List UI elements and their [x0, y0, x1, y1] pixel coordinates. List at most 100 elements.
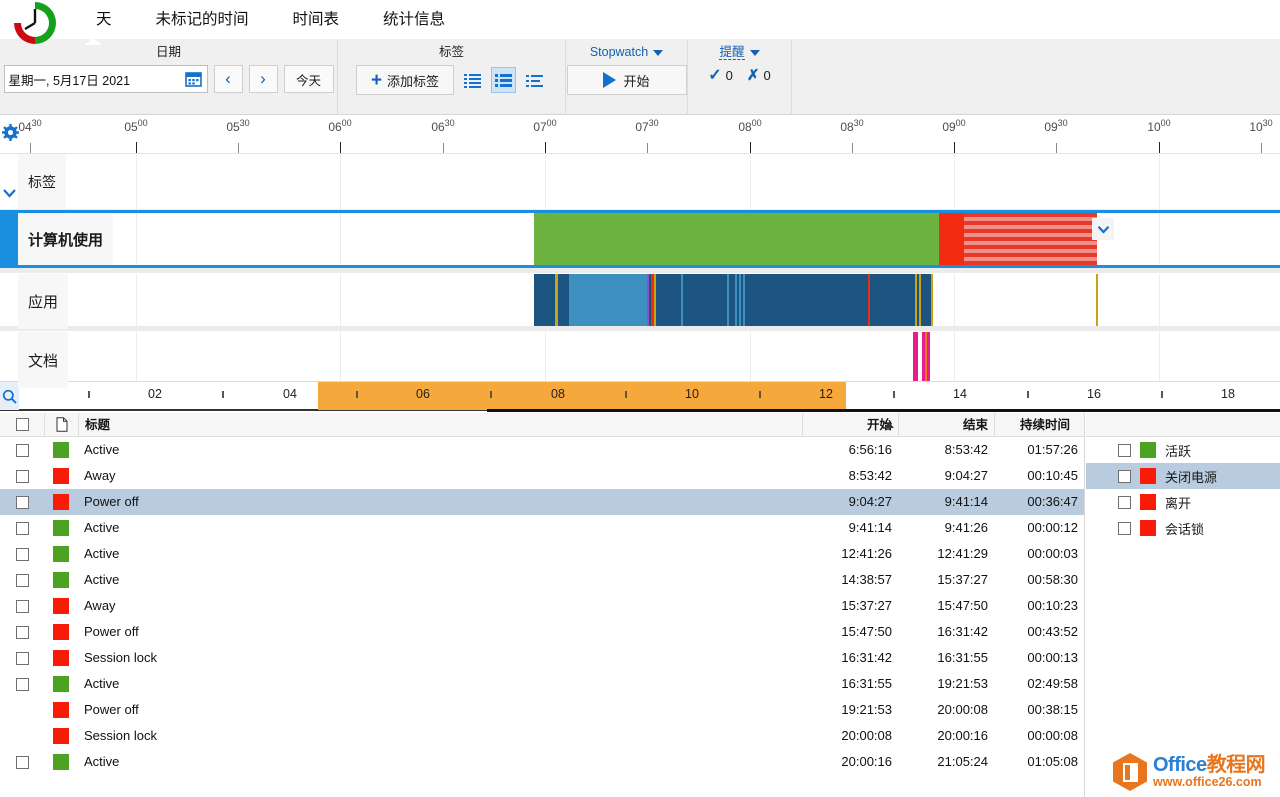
- track-canvas-computer-usage[interactable]: [18, 213, 1280, 265]
- application-segment[interactable]: [1096, 274, 1098, 329]
- stopwatch-start-button[interactable]: 开始: [566, 65, 687, 95]
- legend-item[interactable]: 关闭电源: [1086, 463, 1280, 489]
- computer-usage-expand-button[interactable]: [1092, 218, 1114, 240]
- table-header-select-all[interactable]: [0, 413, 44, 437]
- track-canvas-tags[interactable]: [18, 154, 1280, 209]
- next-day-button[interactable]: ›: [248, 65, 278, 93]
- table-row[interactable]: Active 9:41:14 9:41:26 00:00:12: [0, 515, 1084, 541]
- select-all-checkbox[interactable]: [15, 418, 29, 431]
- track-row-documents[interactable]: 文档: [0, 332, 1280, 388]
- legend-item-checkbox[interactable]: [1118, 469, 1131, 483]
- table-cell-checkbox[interactable]: [0, 489, 44, 515]
- track-canvas-documents[interactable]: [18, 332, 1280, 388]
- reminder-missed-stat[interactable]: ✗ 0: [747, 66, 771, 84]
- stopwatch-menu[interactable]: Stopwatch: [566, 39, 687, 65]
- table-row[interactable]: Power off 19:21:53 20:00:08 00:38:15: [0, 697, 1084, 723]
- legend-item-checkbox[interactable]: [1118, 521, 1131, 535]
- table-row[interactable]: Power off 9:04:27 9:41:14 00:36:47: [0, 489, 1084, 515]
- chevron-down-icon[interactable]: [2, 186, 17, 201]
- row-checkbox[interactable]: [15, 677, 29, 691]
- mini-timeline-canvas[interactable]: 02 04 06 08 10 12 14 16 18: [19, 382, 1280, 412]
- table-row[interactable]: Power off 15:47:50 16:31:42 00:43:52: [0, 619, 1084, 645]
- document-segment[interactable]: [927, 332, 930, 388]
- legend-item[interactable]: 会话锁: [1086, 515, 1280, 541]
- table-cell-checkbox[interactable]: [0, 593, 44, 619]
- add-tag-button[interactable]: + 添加标签: [356, 65, 454, 95]
- application-segment[interactable]: [921, 274, 931, 329]
- table-header-title[interactable]: 标题: [78, 412, 802, 437]
- tab-day[interactable]: 天: [74, 0, 134, 39]
- table-header-start[interactable]: 开始: [802, 412, 898, 437]
- document-segment[interactable]: [913, 332, 918, 388]
- table-header-duration[interactable]: 持续时间: [994, 412, 1084, 437]
- row-checkbox[interactable]: [15, 521, 29, 535]
- row-checkbox[interactable]: [15, 495, 29, 509]
- legend-item-checkbox[interactable]: [1118, 495, 1131, 509]
- segment-away[interactable]: [939, 213, 964, 265]
- application-segment[interactable]: [558, 274, 569, 329]
- legend-item[interactable]: 活跃: [1086, 437, 1280, 463]
- table-cell-checkbox[interactable]: [0, 463, 44, 489]
- row-checkbox[interactable]: [15, 469, 29, 483]
- table-row[interactable]: Active 6:56:16 8:53:42 01:57:26: [0, 437, 1084, 463]
- table-row[interactable]: Active 14:38:57 15:37:27 00:58:30: [0, 567, 1084, 593]
- table-cell-checkbox[interactable]: [0, 515, 44, 541]
- table-cell-checkbox[interactable]: [0, 567, 44, 593]
- table-row[interactable]: Away 15:37:27 15:47:50 00:10:23: [0, 593, 1084, 619]
- track-row-applications[interactable]: 应用: [0, 274, 1280, 330]
- prev-day-button[interactable]: ‹: [213, 65, 243, 93]
- table-row[interactable]: Away 8:53:42 9:04:27 00:10:45: [0, 463, 1084, 489]
- row-checkbox[interactable]: [15, 443, 29, 457]
- mini-timeline[interactable]: 02 04 06 08 10 12 14 16 18: [0, 381, 1280, 412]
- track-row-computer-usage[interactable]: 计算机使用: [0, 210, 1280, 268]
- table-cell-checkbox[interactable]: [0, 619, 44, 645]
- table-row[interactable]: Session lock 20:00:08 20:00:16 00:00:08: [0, 723, 1084, 749]
- application-segment[interactable]: [931, 274, 933, 329]
- list-view-compact-icon[interactable]: [522, 67, 547, 93]
- tab-statistics[interactable]: 统计信息: [361, 0, 467, 39]
- time-ruler[interactable]: 0430 0500 0530 0600 0630 0700 0730 0800 0830 0900…: [0, 116, 1280, 154]
- application-segment[interactable]: [683, 274, 727, 329]
- row-checkbox[interactable]: [15, 625, 29, 639]
- legend-item[interactable]: 离开: [1086, 489, 1280, 515]
- table-cell-checkbox[interactable]: [0, 671, 44, 697]
- reminder-menu[interactable]: 提醒: [688, 39, 791, 65]
- search-icon[interactable]: [0, 382, 19, 410]
- table-header-icon-column[interactable]: [44, 412, 78, 437]
- tab-timesheet[interactable]: 时间表: [271, 0, 362, 39]
- list-view-grouped-icon[interactable]: [491, 67, 516, 93]
- track-label-tags: 标签: [18, 154, 66, 209]
- legend-item-checkbox[interactable]: [1118, 443, 1131, 457]
- table-cell-checkbox[interactable]: [0, 749, 44, 775]
- application-segment[interactable]: [534, 274, 555, 329]
- table-row[interactable]: Active 20:00:16 21:05:24 01:05:08: [0, 749, 1084, 775]
- table-row[interactable]: Session lock 16:31:42 16:31:55 00:00:13: [0, 645, 1084, 671]
- table-cell-checkbox[interactable]: [0, 541, 44, 567]
- tab-untagged-time[interactable]: 未标记的时间: [134, 0, 271, 39]
- gear-icon[interactable]: [2, 124, 19, 144]
- row-checkbox[interactable]: [15, 547, 29, 561]
- table-cell-checkbox[interactable]: [0, 437, 44, 463]
- reminder-done-stat[interactable]: ✓ 0: [708, 65, 733, 85]
- today-button[interactable]: 今天: [283, 65, 334, 93]
- segment-active[interactable]: [534, 213, 939, 265]
- application-segment[interactable]: [745, 274, 868, 329]
- row-checkbox[interactable]: [15, 573, 29, 587]
- table-row[interactable]: Active 16:31:55 19:21:53 02:49:58: [0, 671, 1084, 697]
- table-row[interactable]: Active 12:41:26 12:41:29 00:00:03: [0, 541, 1084, 567]
- row-checkbox[interactable]: [15, 651, 29, 665]
- table-header-end[interactable]: 结束: [898, 412, 994, 437]
- application-segment[interactable]: [656, 274, 681, 329]
- row-checkbox[interactable]: [15, 755, 29, 769]
- segment-power-off-selected[interactable]: [964, 213, 1097, 265]
- application-segment[interactable]: [870, 274, 915, 329]
- calendar-icon[interactable]: [181, 66, 207, 92]
- list-view-detailed-icon[interactable]: [460, 67, 485, 93]
- application-segment[interactable]: [569, 274, 647, 329]
- row-checkbox[interactable]: [15, 599, 29, 613]
- table-cell-checkbox[interactable]: [0, 645, 44, 671]
- track-canvas-applications[interactable]: [18, 274, 1280, 329]
- date-input[interactable]: 星期一, 5月17日 2021: [3, 65, 208, 93]
- track-row-tags[interactable]: 标签: [0, 154, 1280, 210]
- mini-timeline-selection[interactable]: [318, 382, 846, 410]
